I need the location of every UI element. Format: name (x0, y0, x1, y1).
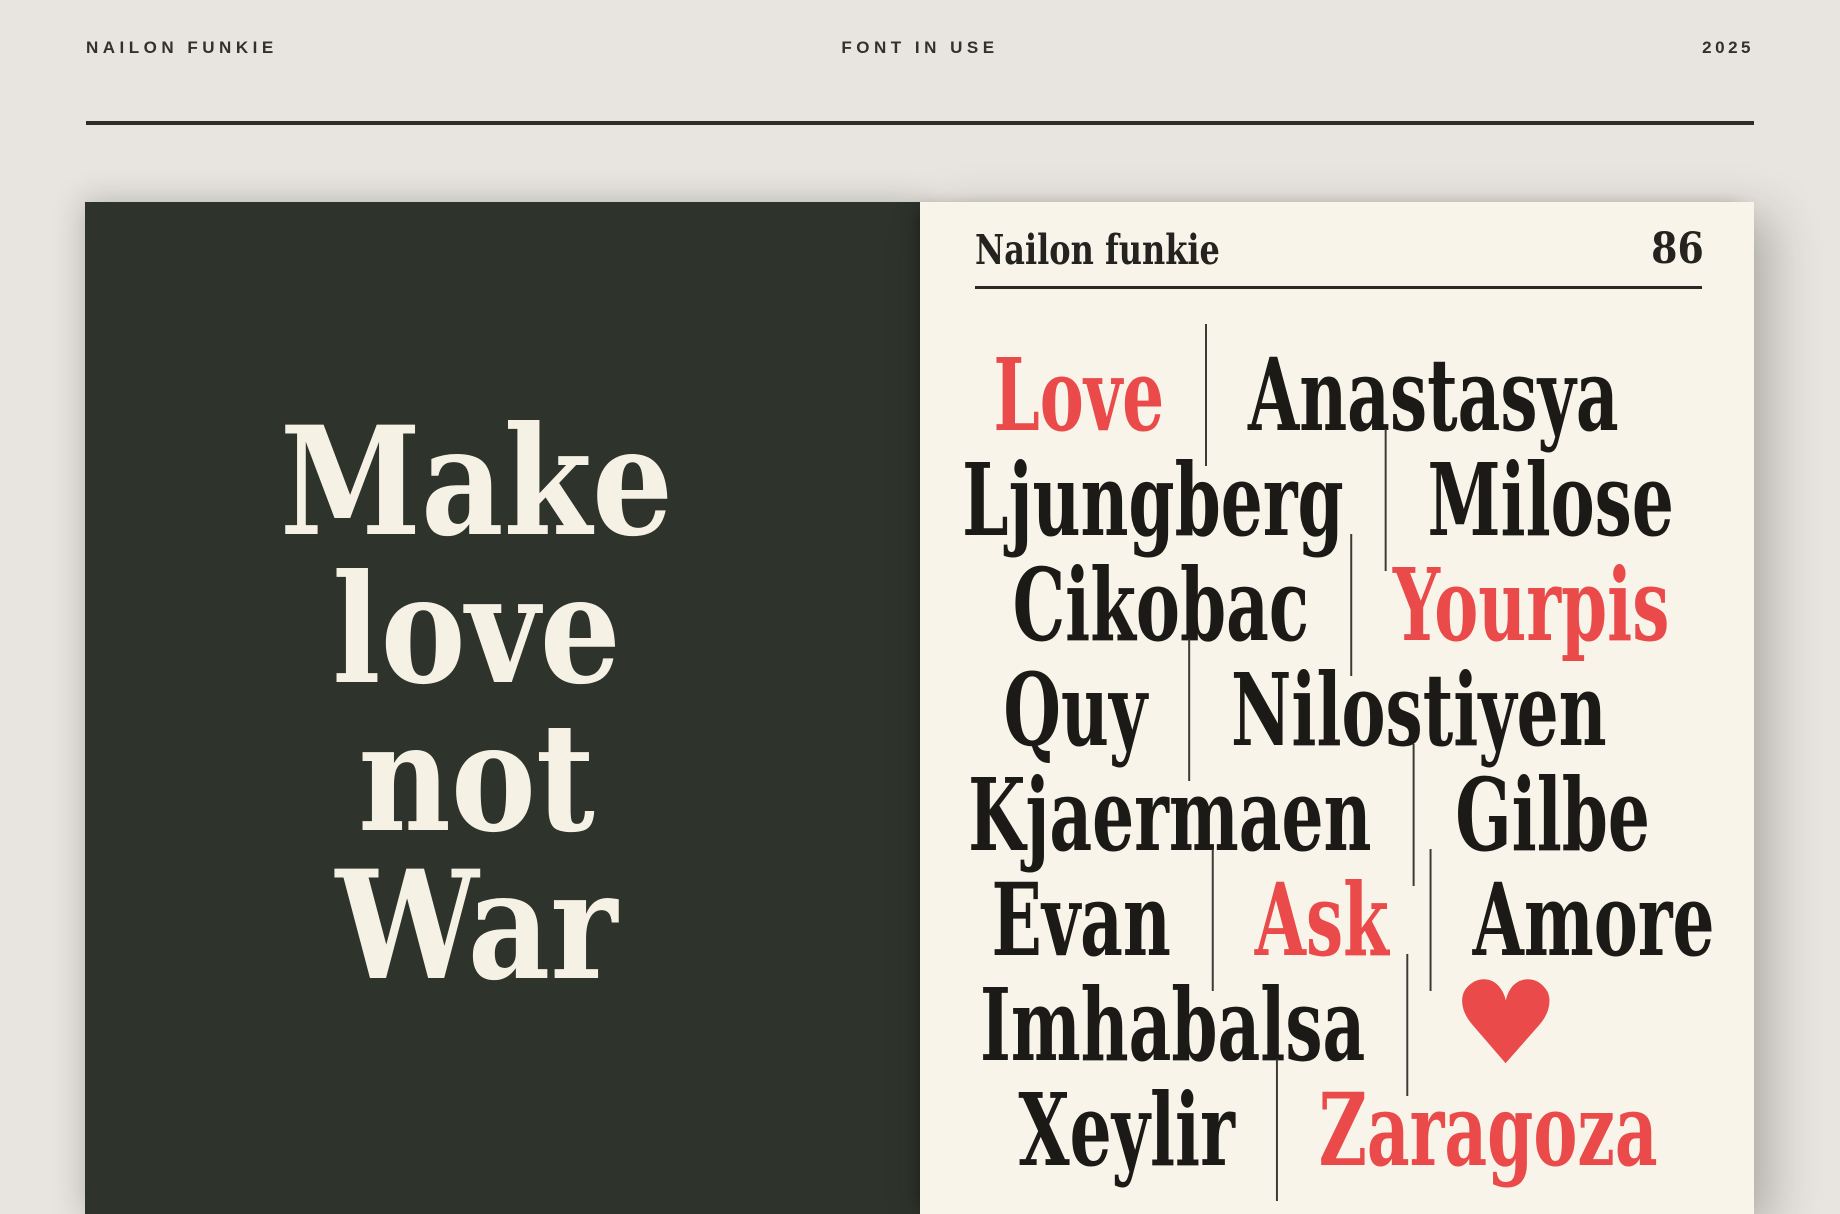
specimen-word: Ask (1255, 870, 1389, 970)
header-rule (86, 121, 1754, 125)
poster-line: War (122, 852, 832, 1000)
specimen-word: Quy (1003, 660, 1147, 760)
poster-panel: MakelovenotWar (85, 202, 920, 1214)
specimen-word: Yourpis (1393, 555, 1670, 655)
card-title: Nailon funkie (975, 226, 1220, 274)
specimen-word: Ljungberg (962, 450, 1343, 550)
specimen-card: Nailon funkie 86 LoveAnastasyaLjungbergM… (920, 202, 1754, 1214)
specimen-row: KjaermaenGilbe (1034, 762, 1584, 867)
specimen-row: LjungbergMilose (1043, 447, 1593, 552)
specimen-word: Anastasya (1248, 345, 1619, 445)
specimen-word: Love (993, 345, 1164, 445)
specimen-word: Kjaermaen (968, 765, 1371, 865)
specimen-word: Imhabalsa (980, 975, 1365, 1075)
specimen-word: Zaragoza (1319, 1080, 1658, 1180)
specimen-row: LoveAnastasya (1031, 342, 1581, 447)
card-page-number: 86 (1651, 224, 1704, 274)
card-header: Nailon funkie 86 (975, 224, 1704, 274)
specimen-word: Nilostiyen (1231, 660, 1607, 760)
year-label: 2025 (999, 38, 1754, 58)
separator-bar (1412, 744, 1414, 886)
separator-bar (1276, 1059, 1278, 1201)
specimen-word: Xeylir (1018, 1080, 1234, 1180)
poster-line: love (122, 556, 832, 704)
heart-icon: ♥ (1451, 973, 1560, 1077)
specimen-word: Milose (1427, 450, 1673, 550)
specimen-word: Amore (1473, 870, 1715, 970)
specimen-word-rows: LoveAnastasyaLjungbergMiloseCikobacYourp… (920, 342, 1754, 1182)
brand-label: NAILON FUNKIE (86, 38, 841, 58)
specimen-word: Evan (992, 870, 1171, 970)
specimen-row: QuyNilostiyen (1030, 657, 1580, 762)
specimen-word: Cikobac (1013, 555, 1309, 655)
specimen-row: CikobacYourpis (1066, 552, 1616, 657)
font-in-use-label: FONT IN USE (841, 38, 998, 58)
specimen-row: XeylirZaragoza (1063, 1077, 1613, 1182)
poster-line: Make (122, 408, 832, 556)
separator-bar (1430, 849, 1432, 991)
specimen-row: Imhabalsa♥ (996, 972, 1546, 1077)
separator-bar (1385, 429, 1387, 571)
specimen-word: Gilbe (1455, 765, 1650, 865)
font-specimen-page: NAILON FUNKIE FONT IN USE 2025 Makeloven… (0, 0, 1840, 1214)
poster-text: MakelovenotWar (59, 408, 894, 1000)
top-header: NAILON FUNKIE FONT IN USE 2025 (86, 38, 1754, 58)
poster-line: not (122, 704, 832, 852)
card-header-rule (975, 286, 1702, 289)
